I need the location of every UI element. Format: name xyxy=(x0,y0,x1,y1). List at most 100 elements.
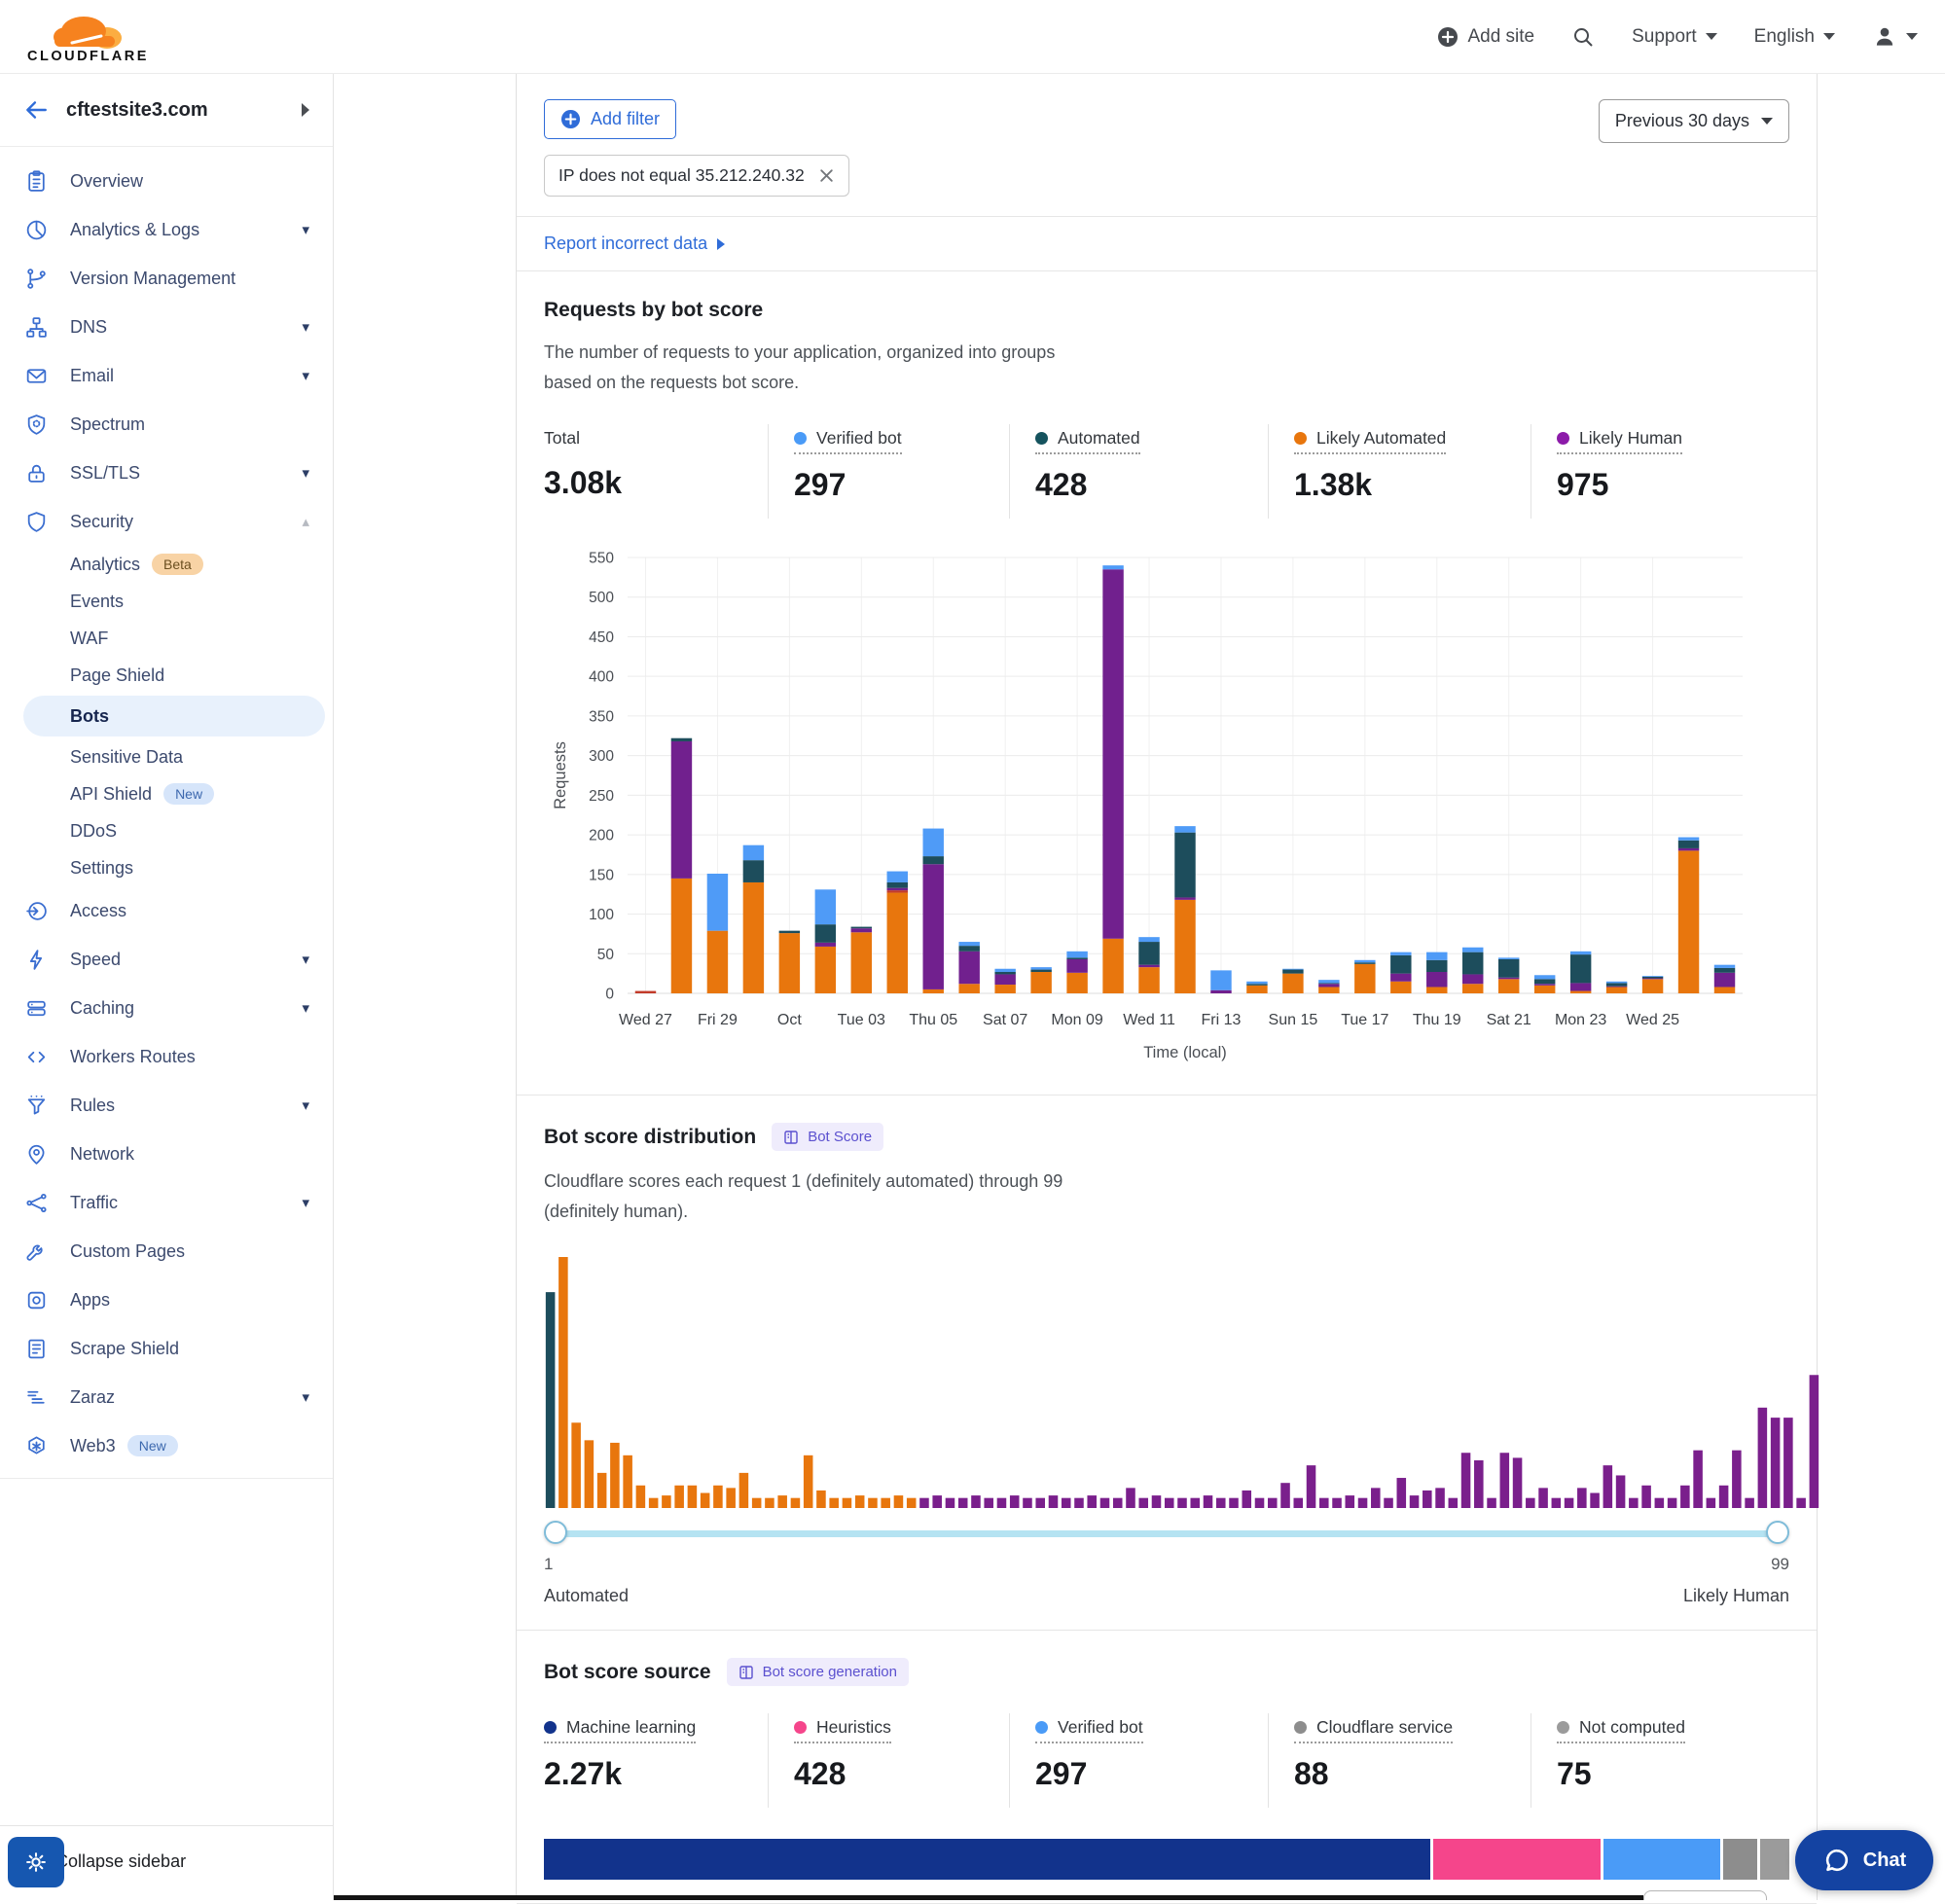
stat-not-computed: Not computed 75 xyxy=(1531,1713,1789,1808)
remove-filter-icon[interactable] xyxy=(818,167,835,184)
sidebar-item-analytics-logs[interactable]: Analytics & Logs▾ xyxy=(0,205,333,254)
bot-score-generation-doc-tag[interactable]: Bot score generation xyxy=(727,1658,909,1686)
sidebar-item-zaraz[interactable]: Zaraz▾ xyxy=(0,1373,333,1421)
sidebar-item-scrape-shield[interactable]: Scrape Shield xyxy=(0,1324,333,1373)
stat-label[interactable]: Heuristics xyxy=(794,1717,891,1743)
sidebar-item-sensitive-data[interactable]: Sensitive Data xyxy=(0,738,333,775)
histogram-bar xyxy=(636,1486,646,1508)
sidebar-item-api-shield[interactable]: API ShieldNew xyxy=(0,775,333,812)
sidebar-item-analytics[interactable]: AnalyticsBeta xyxy=(0,546,333,583)
cloudflare-logo[interactable]: CLOUDFLARE xyxy=(27,11,149,64)
sidebar-item-version-management[interactable]: Version Management xyxy=(0,254,333,303)
sidebar-item-rules[interactable]: Rules▾ xyxy=(0,1081,333,1130)
chevron-right-icon[interactable] xyxy=(302,103,309,117)
sidebar-item-ssl-tls[interactable]: SSL/TLS▾ xyxy=(0,449,333,497)
filter-chip[interactable]: IP does not equal 35.212.240.32 xyxy=(544,155,849,197)
bar-segment xyxy=(1606,987,1627,988)
legend-dot-icon xyxy=(794,432,807,445)
sidebar-item-spectrum[interactable]: Spectrum xyxy=(0,400,333,449)
score-range-slider xyxy=(544,1520,1789,1547)
sidebar-item-access[interactable]: Access xyxy=(0,886,333,935)
support-menu[interactable]: Support xyxy=(1632,26,1717,48)
language-menu[interactable]: English xyxy=(1754,26,1835,48)
histogram-bar xyxy=(558,1257,568,1508)
slider-handle-min[interactable] xyxy=(544,1521,567,1544)
sidebar-item-email[interactable]: Email▾ xyxy=(0,351,333,400)
sidebar-item-custom-pages[interactable]: Custom Pages xyxy=(0,1227,333,1275)
sidebar-item-label: Apps xyxy=(70,1290,110,1311)
sidebar-item-dns[interactable]: DNS▾ xyxy=(0,303,333,351)
legend-dot-icon xyxy=(1294,432,1307,445)
caching-icon xyxy=(23,995,49,1021)
svg-text:Mon 23: Mon 23 xyxy=(1555,1012,1606,1028)
settings-gear-button[interactable] xyxy=(8,1837,64,1887)
sidebar-item-apps[interactable]: Apps xyxy=(0,1275,333,1324)
collapse-sidebar-label[interactable]: Collapse sidebar xyxy=(55,1851,186,1872)
back-arrow-icon[interactable] xyxy=(23,97,49,123)
histogram-bar xyxy=(1745,1498,1754,1508)
sidebar-item-waf[interactable]: WAF xyxy=(0,620,333,657)
histogram-bar xyxy=(1513,1458,1523,1509)
site-selector[interactable]: cftestsite3.com xyxy=(0,74,333,147)
legend-dot-icon xyxy=(1557,1721,1569,1734)
histogram-bar xyxy=(1177,1498,1187,1508)
bar-segment xyxy=(1066,973,1087,993)
sidebar-item-speed[interactable]: Speed▾ xyxy=(0,935,333,984)
sidebar-item-caching[interactable]: Caching▾ xyxy=(0,984,333,1032)
sidebar-item-security[interactable]: Security▴ xyxy=(0,497,333,546)
svg-text:Requests: Requests xyxy=(552,741,569,809)
bar-segment xyxy=(1426,952,1447,960)
stat-label[interactable]: Likely Human xyxy=(1557,428,1682,454)
sidebar-item-bots[interactable]: Bots xyxy=(23,696,325,736)
stat-label[interactable]: Likely Automated xyxy=(1294,428,1446,454)
chevron-down-icon xyxy=(1761,118,1773,125)
bar-segment xyxy=(1534,975,1555,979)
svg-text:Tue 17: Tue 17 xyxy=(1341,1012,1388,1028)
date-range-dropdown[interactable]: Previous 30 days xyxy=(1599,99,1789,143)
bar-segment xyxy=(1030,967,1051,969)
sidebar-item-label: DDoS xyxy=(70,821,117,842)
svg-text:Sat 07: Sat 07 xyxy=(983,1012,1027,1028)
sidebar-item-page-shield[interactable]: Page Shield xyxy=(0,657,333,694)
add-site-button[interactable]: Add site xyxy=(1437,26,1534,48)
stat-label[interactable]: Machine learning xyxy=(544,1717,696,1743)
histogram-bar xyxy=(585,1441,594,1509)
sidebar-item-settings[interactable]: Settings xyxy=(0,849,333,886)
add-filter-button[interactable]: Add filter xyxy=(544,99,676,139)
sidebar-item-label: Analytics & Logs xyxy=(70,220,199,240)
report-incorrect-data-link[interactable]: Report incorrect data xyxy=(544,234,725,254)
bar-segment xyxy=(1498,978,1519,980)
sidebar-item-network[interactable]: Network xyxy=(0,1130,333,1178)
bar-segment xyxy=(1714,988,1735,994)
slider-handle-max[interactable] xyxy=(1766,1521,1789,1544)
sidebar-item-events[interactable]: Events xyxy=(0,583,333,620)
sidebar-item-overview[interactable]: Overview xyxy=(0,157,333,205)
traffic-icon xyxy=(23,1190,49,1215)
slider-track[interactable] xyxy=(554,1530,1780,1537)
stat-label[interactable]: Not computed xyxy=(1557,1717,1685,1743)
card-title: Bot score distribution Bot Score xyxy=(544,1123,1789,1151)
svg-text:100: 100 xyxy=(589,907,614,923)
svg-text:50: 50 xyxy=(597,947,615,963)
stat-label[interactable]: Cloudflare service xyxy=(1294,1717,1453,1743)
bar-segment xyxy=(1426,972,1447,987)
sidebar-item-ddos[interactable]: DDoS xyxy=(0,812,333,849)
bot-score-doc-tag[interactable]: Bot Score xyxy=(772,1123,883,1151)
stat-label[interactable]: Verified bot xyxy=(794,428,902,454)
bar-segment xyxy=(1714,965,1735,968)
sidebar-item-web3[interactable]: Web3New xyxy=(0,1421,333,1470)
stat-value: 75 xyxy=(1557,1756,1780,1792)
sidebar-item-workers-routes[interactable]: Workers Routes xyxy=(0,1032,333,1081)
search-icon[interactable] xyxy=(1571,25,1595,49)
histogram-bar xyxy=(649,1498,659,1508)
stat-label[interactable]: Verified bot xyxy=(1035,1717,1143,1743)
stat-label[interactable]: Automated xyxy=(1035,428,1140,454)
stat-value: 3.08k xyxy=(544,465,758,501)
histogram-bar xyxy=(1358,1498,1368,1508)
chat-button[interactable]: Chat xyxy=(1795,1830,1933,1890)
bar-segment xyxy=(1138,967,1159,993)
account-menu[interactable] xyxy=(1872,24,1918,50)
partially-visible-button[interactable] xyxy=(1643,1890,1767,1900)
stat-value: 975 xyxy=(1557,467,1780,503)
sidebar-item-traffic[interactable]: Traffic▾ xyxy=(0,1178,333,1227)
